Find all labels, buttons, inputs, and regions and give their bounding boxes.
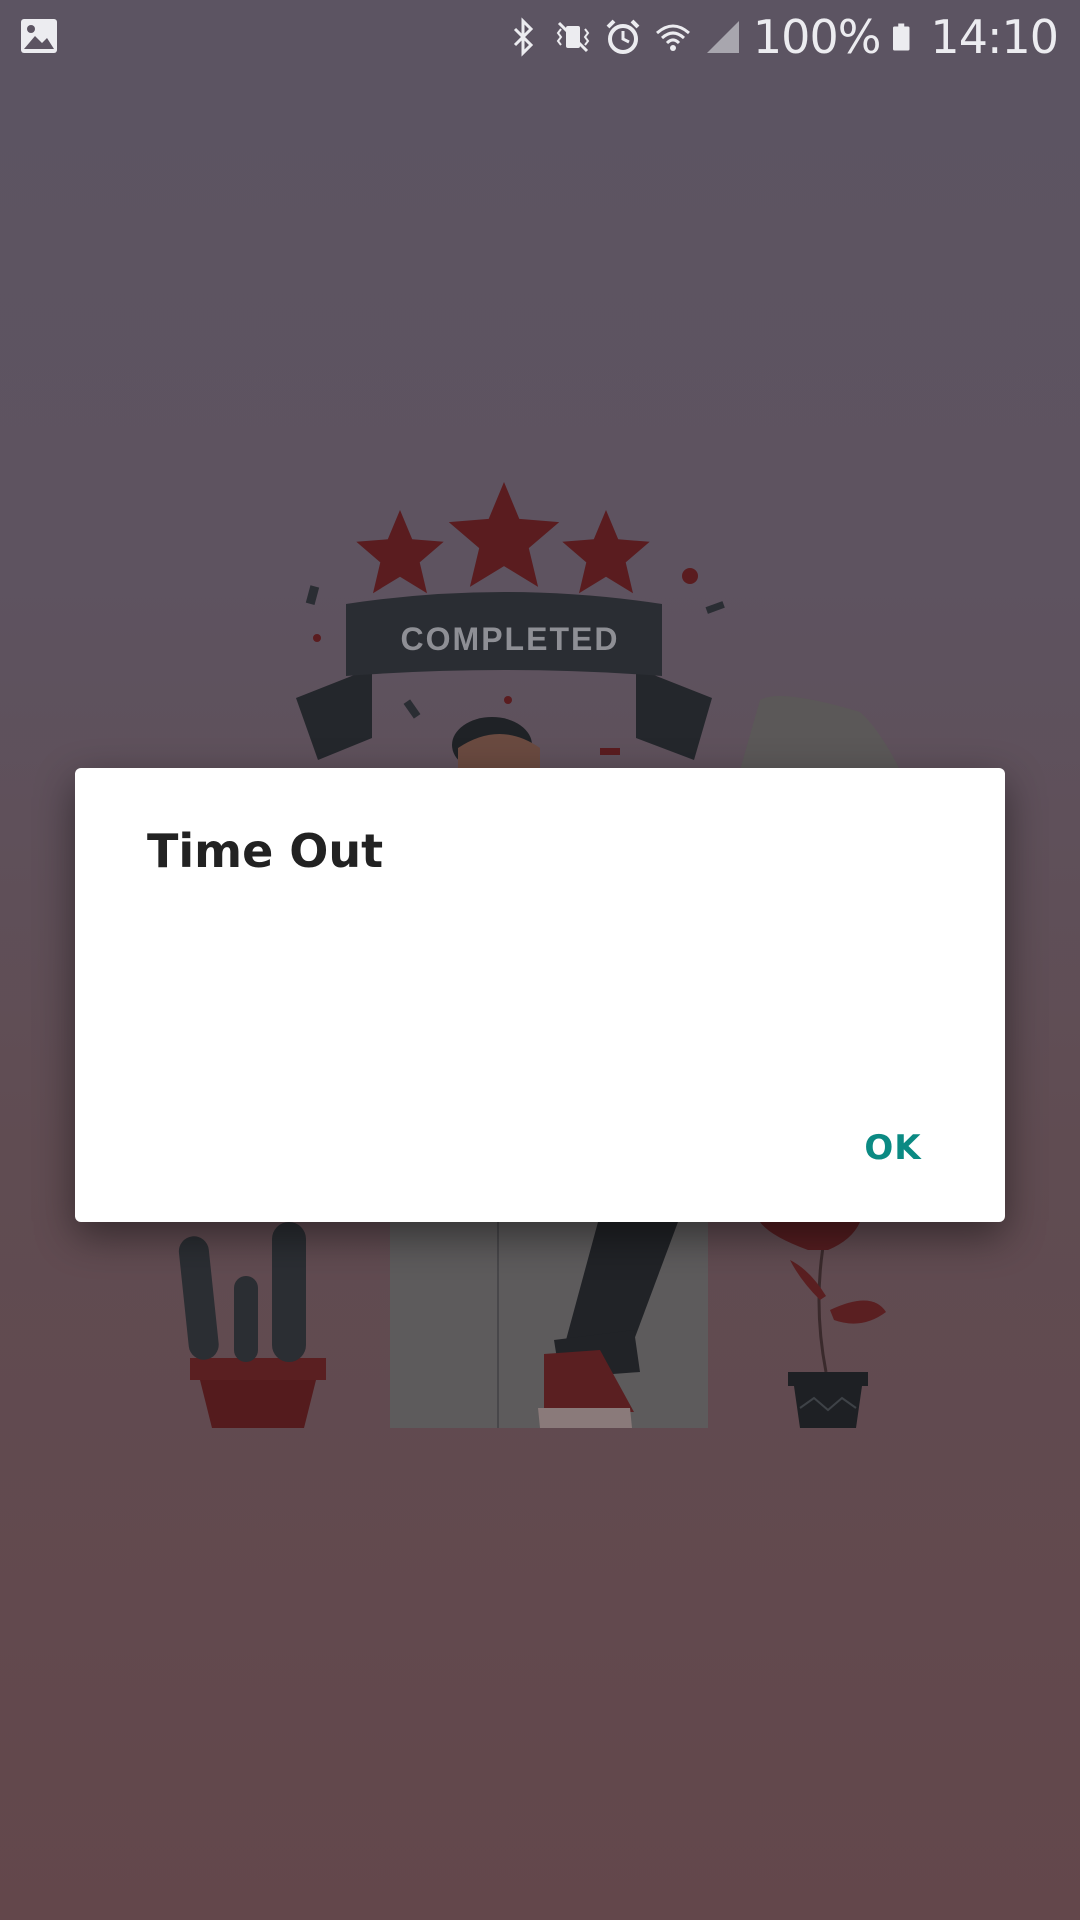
ok-button[interactable]: OK: [853, 1116, 933, 1180]
timeout-dialog: Time Out OK: [75, 768, 1005, 1222]
dialog-title: Time Out: [147, 824, 384, 878]
screen: COMPLETED 100% 14:10 Time Out OK: [0, 0, 1080, 1920]
